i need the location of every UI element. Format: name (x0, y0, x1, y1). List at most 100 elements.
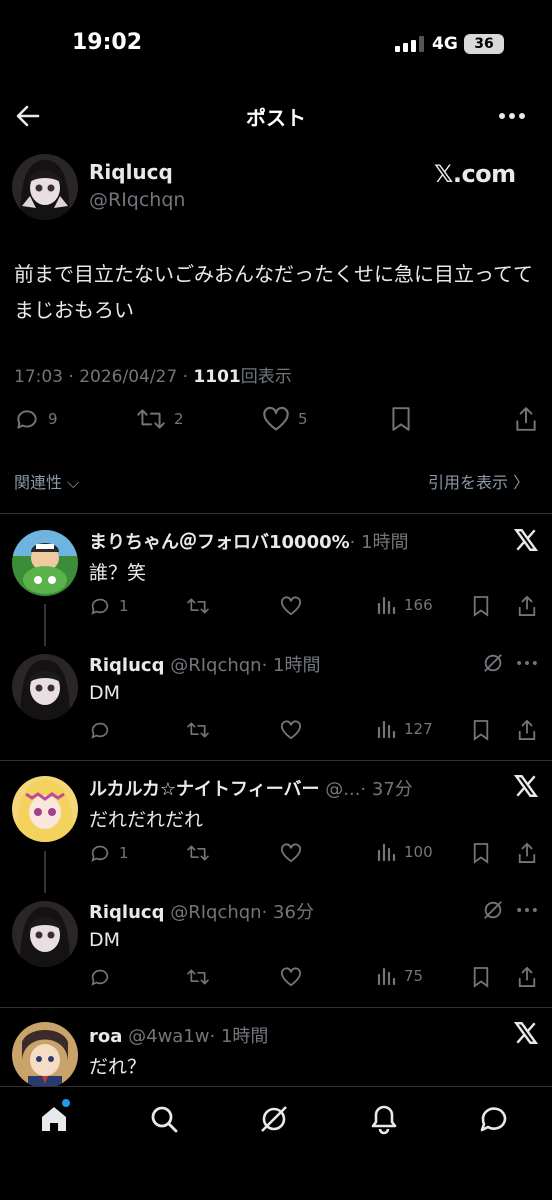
bookmark-icon[interactable] (472, 966, 490, 988)
x-logo-icon (513, 1022, 539, 1044)
heart-icon (263, 406, 289, 431)
thread-line (44, 851, 46, 893)
reply-author-name[interactable]: roa (89, 1026, 122, 1047)
heart-icon[interactable] (280, 596, 302, 616)
heart-icon[interactable] (280, 843, 302, 863)
reply-handle[interactable]: @... (325, 779, 360, 800)
share-icon[interactable] (517, 719, 537, 741)
home-icon[interactable] (38, 1103, 70, 1135)
reply-reply-button[interactable]: 1 (89, 842, 129, 864)
share-icon[interactable] (517, 966, 537, 988)
reply-count: 9 (48, 410, 58, 428)
views-icon (377, 596, 396, 615)
divider (0, 760, 552, 761)
reply-reply-button[interactable]: 1 (89, 595, 129, 617)
share-icon[interactable] (517, 842, 537, 864)
heart-icon[interactable] (280, 967, 302, 987)
reply-header: まりちゃん＠フォロバ10000%· 1時間 (89, 528, 409, 554)
reply-author-name[interactable]: Riqlucq (89, 902, 164, 923)
notification-dot (62, 1099, 70, 1107)
repost-icon[interactable] (186, 720, 210, 740)
repost-button[interactable]: 2 (136, 406, 184, 432)
bookmark-button[interactable] (390, 406, 412, 432)
reply-text: DM (89, 929, 121, 951)
grok-icon[interactable] (258, 1103, 290, 1135)
thread-line (44, 604, 46, 646)
grok-icon[interactable] (482, 652, 504, 674)
reply-icon (91, 598, 109, 615)
views-icon (377, 720, 396, 739)
heart-icon[interactable] (280, 720, 302, 740)
reply-text: だれ？ (89, 1056, 147, 1078)
xcom-badge: 𝕏.com (434, 160, 516, 188)
repost-icon[interactable] (186, 967, 210, 987)
bell-icon[interactable] (368, 1103, 400, 1135)
reply-header: Riqlucq @RIqchqn· 1時間 (89, 651, 321, 677)
reply-icon (91, 722, 109, 739)
search-icon[interactable] (148, 1103, 180, 1135)
reply-text: 誰？笑 (89, 562, 147, 584)
reply-avatar[interactable] (12, 901, 78, 967)
reply-handle[interactable]: @RIqchqn (170, 902, 261, 923)
repost-icon[interactable] (186, 843, 210, 863)
post-text: 前まで目立たないごみおんなだったくせに急に目立っててまじおもろい (14, 262, 533, 322)
reply-avatar[interactable] (12, 530, 78, 596)
post-meta: 17:03 · 2026/04/27 · 1101回表示 (14, 362, 292, 387)
message-icon[interactable] (478, 1103, 510, 1135)
repost-count: 2 (174, 410, 184, 428)
view-count: 1101 (193, 367, 241, 387)
views-icon (377, 967, 396, 986)
views-button[interactable]: 166 (376, 595, 433, 615)
share-button[interactable] (514, 406, 538, 432)
x-logo-icon (513, 775, 539, 797)
more-icon[interactable] (516, 900, 538, 920)
bookmark-icon (392, 407, 410, 431)
reply-author-name[interactable]: Riqlucq (89, 655, 164, 676)
author-handle[interactable]: @RIqchqn (89, 189, 185, 211)
reply-reply-button[interactable] (89, 966, 119, 988)
views-button[interactable]: 100 (376, 842, 433, 862)
sort-dropdown[interactable]: 関連性 ⌵ (14, 469, 79, 493)
reply-author-name[interactable]: まりちゃん＠フォロバ10000% (89, 532, 350, 553)
views-count: 127 (404, 720, 433, 738)
reply-time: · 37分 (360, 779, 413, 800)
bookmark-icon[interactable] (472, 719, 490, 741)
like-count: 5 (298, 410, 308, 428)
reply-avatar[interactable] (12, 1022, 78, 1088)
reply-button[interactable]: 9 (14, 406, 58, 432)
bookmark-icon[interactable] (472, 595, 490, 617)
reply-avatar[interactable] (12, 654, 78, 720)
chevron-right-icon: 〉 (513, 473, 530, 492)
share-icon[interactable] (517, 595, 537, 617)
reply-handle[interactable]: @RIqchqn (170, 655, 261, 676)
page-title: ポスト (246, 106, 306, 130)
reply-reply-button[interactable] (89, 719, 119, 741)
battery-indicator: 36 (464, 34, 504, 54)
reply-text: だれだれだれ (89, 809, 204, 831)
more-icon[interactable] (498, 104, 526, 128)
reply-count: 1 (119, 597, 129, 615)
quotes-label: 引用を表示 (428, 473, 509, 492)
author-name[interactable]: Riqlucq (89, 160, 173, 184)
reply-icon (91, 969, 109, 986)
sort-label: 関連性 (14, 473, 63, 492)
chevron-down-icon: ⌵ (67, 473, 80, 492)
views-button[interactable]: 75 (376, 966, 423, 986)
view-label: 回表示 (240, 367, 292, 387)
share-icon (516, 407, 536, 431)
author-avatar[interactable] (12, 154, 78, 220)
post-time: 17:03 · 2026/04/27 · (14, 367, 194, 387)
more-icon[interactable] (516, 653, 538, 673)
reply-author-name[interactable]: ルカルカ☆ナイトフィーバー (89, 779, 320, 800)
reply-time: · 1時間 (261, 655, 321, 676)
bookmark-icon[interactable] (472, 842, 490, 864)
like-button[interactable]: 5 (262, 406, 308, 432)
reply-avatar[interactable] (12, 776, 78, 842)
view-quotes-link[interactable]: 引用を表示 〉 (428, 469, 529, 493)
reply-time: · 1時間 (209, 1026, 269, 1047)
grok-icon[interactable] (482, 899, 504, 921)
repost-icon[interactable] (186, 596, 210, 616)
reply-handle[interactable]: @4wa1w (128, 1026, 209, 1047)
views-button[interactable]: 127 (376, 719, 433, 739)
reply-header: roa @4wa1w· 1時間 (89, 1022, 268, 1048)
